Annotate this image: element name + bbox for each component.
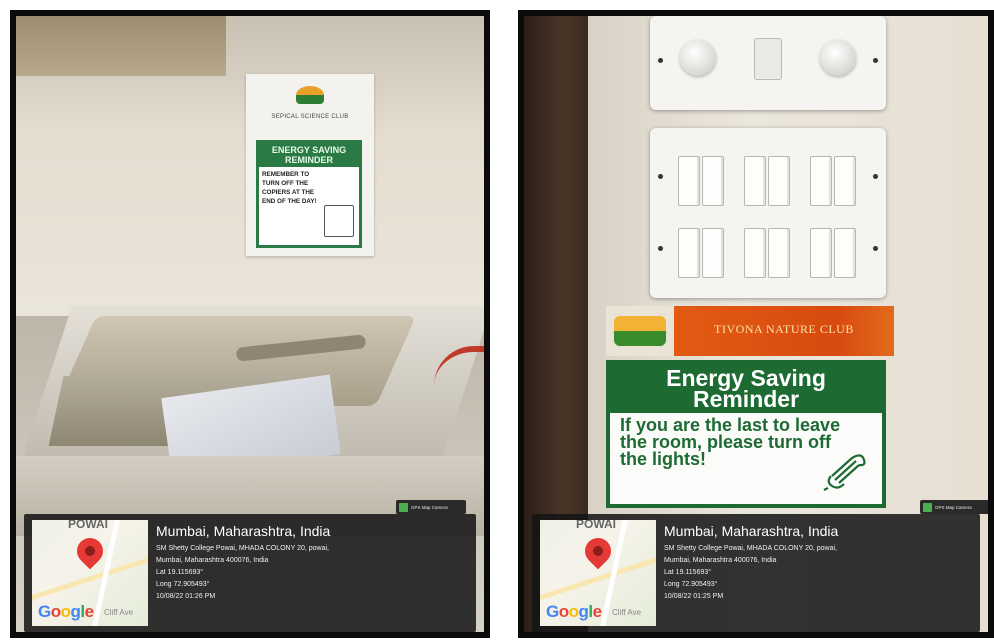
gps-badge-text: GPS Map Camera [935, 504, 972, 510]
address-line-1: SM Shetty College Powai, MHADA COLONY 20… [156, 545, 330, 552]
fan-regulator-knob [680, 40, 716, 76]
energy-sign: Energy Saving Reminder If you are the la… [606, 360, 886, 508]
latitude: Lat 19.115693° [664, 569, 712, 576]
light-switch [834, 156, 856, 206]
longitude: Long 72.905493° [664, 581, 718, 588]
timestamp: 10/08/22 01:25 PM [664, 593, 724, 600]
google-logo: Google [546, 602, 602, 621]
longitude: Long 72.905493° [156, 581, 210, 588]
address-line-1: SM Shetty College Powai, MHADA COLONY 20… [664, 545, 838, 552]
club-logo [296, 86, 324, 104]
socket [754, 38, 782, 80]
screw [658, 174, 663, 179]
gps-camera-badge: GPS Map Camera [920, 500, 988, 514]
poster-text: REMEMBER TO TURN OFF THE COPIERS AT THE … [262, 171, 317, 205]
light-switch [810, 228, 832, 278]
location-map: POWAI Google Cliff Ave [32, 520, 148, 626]
map-area-label: POWAI [68, 520, 109, 531]
energy-poster: SEPICAL SCIENCE CLUB ENERGY SAVING REMIN… [246, 74, 374, 256]
sign-title-line-2: Reminder [692, 386, 800, 412]
gps-camera-icon [923, 502, 932, 512]
light-switch [744, 156, 766, 206]
gps-camera-icon [399, 502, 408, 512]
gps-camera-badge: GPS Map Camera [396, 500, 466, 514]
sign-title: Energy Saving Reminder [610, 364, 882, 413]
screw [873, 58, 878, 63]
regulator-panel [650, 16, 886, 110]
switch-panel [650, 128, 886, 298]
photo-copier-room: SEPICAL SCIENCE CLUB ENERGY SAVING REMIN… [10, 10, 490, 638]
location-map: POWAI Google Cliff Ave [540, 520, 656, 626]
google-logo: Google [38, 602, 94, 621]
map-street-label: Cliff Ave [612, 608, 642, 617]
city-title: Mumbai, Maharashtra, India [664, 523, 839, 539]
light-switch [810, 156, 832, 206]
map-street-label: Cliff Ave [104, 608, 134, 617]
poster-title: ENERGY SAVING REMINDER [259, 143, 359, 167]
location-info: Mumbai, Maharashtra, India SM Shetty Col… [156, 522, 468, 603]
bulb-icon [823, 454, 866, 491]
screw [873, 174, 878, 179]
shelf [16, 16, 226, 76]
address-line-2: Mumbai, Maharashtra 400076, India [156, 557, 269, 564]
copier-icon [324, 205, 354, 237]
gps-info-card: POWAI Google Cliff Ave Mumbai, Maharasht… [532, 514, 980, 632]
photo-switchboard: TIVONA NATURE CLUB Energy Saving Reminde… [518, 10, 994, 638]
screw [658, 58, 663, 63]
poster-club-name: SEPICAL SCIENCE CLUB [271, 114, 349, 120]
map-pin-icon [71, 532, 109, 570]
gps-info-card: POWAI Google Cliff Ave Mumbai, Maharasht… [24, 514, 476, 632]
light-switch [768, 228, 790, 278]
map-area-label: POWAI [576, 520, 617, 531]
location-info: Mumbai, Maharashtra, India SM Shetty Col… [664, 522, 972, 603]
city-title: Mumbai, Maharashtra, India [156, 523, 331, 539]
reminder-box: ENERGY SAVING REMINDER REMEMBER TO TURN … [256, 140, 362, 248]
club-banner-text: TIVONA NATURE CLUB [714, 322, 854, 336]
club-banner: TIVONA NATURE CLUB [606, 306, 894, 356]
latitude: Lat 19.115693° [156, 569, 204, 576]
light-switch [678, 228, 700, 278]
light-switch [702, 228, 724, 278]
light-switch [744, 228, 766, 278]
light-switch [678, 156, 700, 206]
gps-badge-text: GPS Map Camera [411, 504, 448, 510]
timestamp: 10/08/22 01:26 PM [156, 593, 216, 600]
light-switch [834, 228, 856, 278]
map-pin-icon [579, 532, 617, 570]
sign-body: If you are the last to leave the room, p… [620, 415, 841, 469]
screw [873, 246, 878, 251]
club-logo [614, 316, 666, 346]
address-line-2: Mumbai, Maharashtra 400076, India [664, 557, 777, 564]
light-switch [702, 156, 724, 206]
light-switch [768, 156, 790, 206]
screw [658, 246, 663, 251]
fan-regulator-knob [820, 40, 856, 76]
